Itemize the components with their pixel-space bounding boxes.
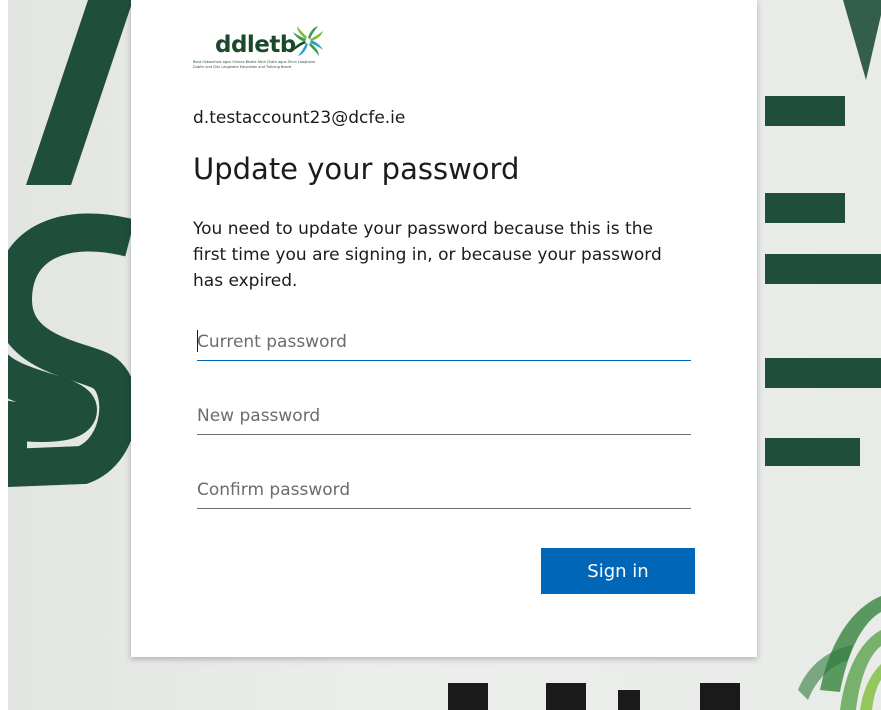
organization-logo: ddletb Bord Oideachais agus Oiliúna Bhai… (193, 24, 333, 76)
leaf-swirl-icon (798, 596, 881, 710)
signin-card: ddletb Bord Oideachais agus Oiliúna Bhai… (131, 0, 757, 657)
new-password-field[interactable] (197, 398, 691, 435)
logo-tagline-line1: Bord Oideachais agus Oiliúna Bhaile Átha… (193, 60, 316, 64)
confirm-password-field[interactable] (197, 472, 691, 509)
sign-in-button[interactable]: Sign in (541, 548, 695, 594)
page-title: Update your password (193, 152, 520, 186)
swirl-logo-icon (293, 26, 323, 56)
logo-tagline: Bord Oideachais agus Oiliúna Bhaile Átha… (193, 60, 315, 69)
current-password-field[interactable] (197, 324, 691, 361)
logo-tagline-line2: Dublin and Dún Laoghaire Education and T… (193, 64, 292, 69)
logo-wordmark: ddletb (215, 32, 296, 58)
account-identity: d.testaccount23@dcfe.ie (193, 108, 406, 128)
description-text: You need to update your password because… (193, 219, 662, 291)
window-left-edge (0, 0, 8, 710)
text-caret (197, 330, 198, 352)
